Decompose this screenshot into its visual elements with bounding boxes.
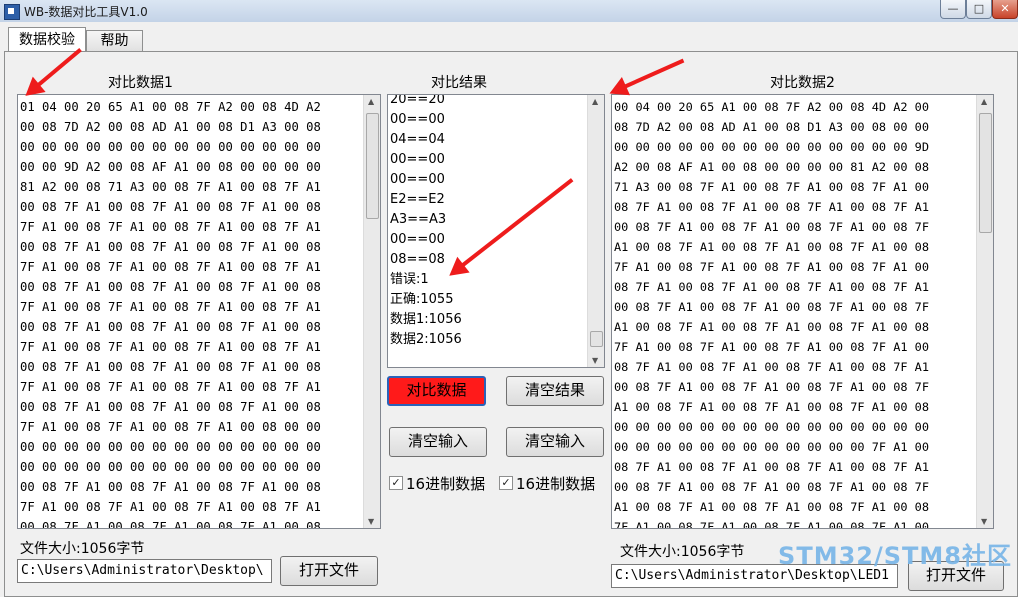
hex-line: 00 08 7F A1 00 08 7F A1 00 08 7F A1 00 0…	[614, 300, 929, 314]
scroll-down-icon[interactable]: ▼	[981, 517, 987, 526]
app-icon	[4, 4, 20, 20]
clear-input-2-button[interactable]: 清空输入	[506, 427, 604, 457]
hex-line: 00 08 7F A1 00 08 7F A1 00 08 7F A1 00 0…	[614, 480, 929, 494]
hex-checkbox-2[interactable]: ✓	[499, 476, 513, 490]
hex-line: 7F A1 00 08 7F A1 00 08 7F A1 00 08 00 0…	[20, 420, 321, 434]
hex-line: 00 08 7F A1 00 08 7F A1 00 08 7F A1 00 0…	[20, 320, 321, 334]
left-panel-title: 对比数据1	[108, 75, 173, 91]
hex-line: 01 04 00 20 65 A1 00 08 7F A2 00 08 4D A…	[20, 100, 321, 114]
hex-line: 00 08 7F A1 00 08 7F A1 00 08 7F A1 00 0…	[20, 280, 321, 294]
result-line: 00==00	[390, 232, 445, 247]
hex-line: 00 00 00 00 00 00 00 00 00 00 00 00 00 0…	[20, 460, 321, 474]
title-bar: WB-数据对比工具V1.0 — □ ✕	[0, 0, 1018, 22]
result-panel-title: 对比结果	[431, 75, 487, 91]
hex-line: 7F A1 00 08 7F A1 00 08 7F A1 00 08 7F A…	[20, 260, 321, 274]
left-path-field[interactable]: C:\Users\Administrator\Desktop\	[17, 559, 272, 583]
hex-line: 00 08 7F A1 00 08 7F A1 00 08 7F A1 00 0…	[614, 380, 929, 394]
hex-checkbox-2-label: 16进制数据	[516, 475, 596, 493]
left-scrollbar[interactable]: ▲ ▼	[363, 95, 380, 528]
tab-data-check[interactable]: 数据校验	[8, 27, 86, 52]
right-file-size: 文件大小:1056字节	[620, 544, 745, 560]
hex-line: 08 7F A1 00 08 7F A1 00 08 7F A1 00 08 7…	[614, 200, 929, 214]
result-line: A3==A3	[390, 212, 447, 227]
clear-result-button[interactable]: 清空结果	[506, 376, 604, 406]
clear-input-1-button[interactable]: 清空输入	[389, 427, 487, 457]
hex-line: 00 00 00 00 00 00 00 00 00 00 00 00 00 0…	[614, 420, 929, 434]
hex-line: A1 00 08 7F A1 00 08 7F A1 00 08 7F A1 0…	[614, 500, 929, 514]
hex-line: 7F A1 00 08 7F A1 00 08 7F A1 00 08 7F A…	[20, 220, 321, 234]
close-button[interactable]: ✕	[992, 0, 1018, 19]
hex-line: 7F A1 00 08 7F A1 00 08 7F A1 00 08 7F A…	[20, 500, 321, 514]
hex-line: 00 08 7F A1 00 08 7F A1 00 08 7F A1 00 0…	[20, 360, 321, 374]
hex-line: 00 00 00 00 00 00 00 00 00 00 00 00 00 0…	[20, 440, 321, 454]
hex-line: A1 00 08 7F A1 00 08 7F A1 00 08 7F A1 0…	[614, 320, 929, 334]
hex-line: 7F A1 00 08 7F A1 00 08 7F A1 00 08 7F A…	[614, 340, 929, 354]
hex-checkbox-1[interactable]: ✓	[389, 476, 403, 490]
result-line: 00==00	[390, 172, 445, 187]
result-line: 数据2:1056	[390, 332, 462, 347]
hex-line: 00 00 00 00 00 00 00 00 00 00 00 00 00 0…	[20, 140, 321, 154]
hex-checkbox-1-label: 16进制数据	[406, 475, 486, 493]
hex-line: 00 08 7F A1 00 08 7F A1 00 08 7F A1 00 0…	[614, 220, 929, 234]
hex-line: 00 04 00 20 65 A1 00 08 7F A2 00 08 4D A…	[614, 100, 929, 114]
result-scroll-thumb[interactable]	[590, 331, 603, 347]
hex-line: 7F A1 00 08 7F A1 00 08 7F A1 00 08 7F A…	[614, 260, 929, 274]
scroll-up-icon[interactable]: ▲	[981, 97, 987, 106]
hex-line: 00 00 00 00 00 00 00 00 00 00 00 00 7F A…	[614, 440, 929, 454]
hex-line: 7F A1 00 08 7F A1 00 08 7F A1 00 08 7F A…	[20, 380, 321, 394]
right-scrollbar[interactable]: ▲ ▼	[976, 95, 993, 528]
left-data-content: 01 04 00 20 65 A1 00 08 7F A2 00 08 4D A…	[20, 97, 321, 529]
result-line: 00==00	[390, 152, 445, 167]
hex-line: 00 08 7D A2 00 08 AD A1 00 08 D1 A3 00 0…	[20, 120, 321, 134]
window-title: WB-数据对比工具V1.0	[24, 5, 148, 19]
compare-data-button[interactable]: 对比数据	[387, 376, 486, 406]
hex-line: 7F A1 00 08 7F A1 00 08 7F A1 00 08 7F A…	[614, 520, 929, 529]
left-open-file-button[interactable]: 打开文件	[280, 556, 378, 586]
right-data-content: 00 04 00 20 65 A1 00 08 7F A2 00 08 4D A…	[614, 97, 929, 529]
hex-line: 08 7D A2 00 08 AD A1 00 08 D1 A3 00 08 0…	[614, 120, 929, 134]
scroll-up-icon[interactable]: ▲	[368, 97, 374, 106]
hex-line: 00 00 9D A2 00 08 AF A1 00 08 00 00 00 0…	[20, 160, 321, 174]
hex-line: 81 A2 00 08 71 A3 00 08 7F A1 00 08 7F A…	[20, 180, 321, 194]
hex-line: 00 08 7F A1 00 08 7F A1 00 08 7F A1 00 0…	[20, 400, 321, 414]
maximize-button[interactable]: □	[966, 0, 992, 19]
scroll-up-icon[interactable]: ▲	[592, 97, 598, 106]
right-data-textarea[interactable]: 00 04 00 20 65 A1 00 08 7F A2 00 08 4D A…	[611, 94, 994, 529]
hex-line: A1 00 08 7F A1 00 08 7F A1 00 08 7F A1 0…	[614, 240, 929, 254]
scroll-down-icon[interactable]: ▼	[592, 356, 598, 365]
hex-line: 00 00 00 00 00 00 00 00 00 00 00 00 00 0…	[614, 140, 929, 154]
hex-line: 08 7F A1 00 08 7F A1 00 08 7F A1 00 08 7…	[614, 360, 929, 374]
watermark-logo: STM32/STM8社区	[778, 542, 1012, 570]
result-line: 20==20	[390, 94, 445, 107]
result-line: 00==00	[390, 112, 445, 127]
hex-line: 71 A3 00 08 7F A1 00 08 7F A1 00 08 7F A…	[614, 180, 929, 194]
hex-line: 00 08 7F A1 00 08 7F A1 00 08 7F A1 00 0…	[20, 240, 321, 254]
result-textarea[interactable]: 20==20 00==00 04==04 00==00 00==00 E2==E2 A3==…	[387, 94, 605, 368]
hex-line: 00 08 7F A1 00 08 7F A1 00 08 7F A1 00 0…	[20, 480, 321, 494]
result-line: 正确:1055	[390, 292, 454, 307]
hex-line: 00 08 7F A1 00 08 7F A1 00 08 7F A1 00 0…	[20, 200, 321, 214]
hex-line: A2 00 08 AF A1 00 08 00 00 00 00 81 A2 0…	[614, 160, 929, 174]
scroll-down-icon[interactable]: ▼	[368, 517, 374, 526]
hex-line: 7F A1 00 08 7F A1 00 08 7F A1 00 08 7F A…	[20, 300, 321, 314]
left-data-textarea[interactable]: 01 04 00 20 65 A1 00 08 7F A2 00 08 4D A…	[17, 94, 381, 529]
right-scroll-thumb[interactable]	[979, 113, 992, 233]
tab-help[interactable]: 帮助	[86, 30, 143, 52]
result-line: 04==04	[390, 132, 445, 147]
right-panel-title: 对比数据2	[770, 75, 835, 91]
minimize-button[interactable]: —	[940, 0, 966, 19]
hex-line: 7F A1 00 08 7F A1 00 08 7F A1 00 08 7F A…	[20, 340, 321, 354]
hex-line: 00 08 7F A1 00 08 7F A1 00 08 7F A1 00 0…	[20, 520, 321, 529]
left-file-size: 文件大小:1056字节	[20, 541, 145, 557]
hex-line: 08 7F A1 00 08 7F A1 00 08 7F A1 00 08 7…	[614, 280, 929, 294]
result-line: 数据1:1056	[390, 312, 462, 327]
result-line: E2==E2	[390, 192, 445, 207]
hex-line: A1 00 08 7F A1 00 08 7F A1 00 08 7F A1 0…	[614, 400, 929, 414]
hex-line: 08 7F A1 00 08 7F A1 00 08 7F A1 00 08 7…	[614, 460, 929, 474]
result-scrollbar[interactable]: ▲ ▼	[587, 95, 604, 367]
left-scroll-thumb[interactable]	[366, 113, 379, 219]
result-content: 20==20 00==00 04==04 00==00 00==00 E2==E2 A3==…	[390, 94, 462, 350]
